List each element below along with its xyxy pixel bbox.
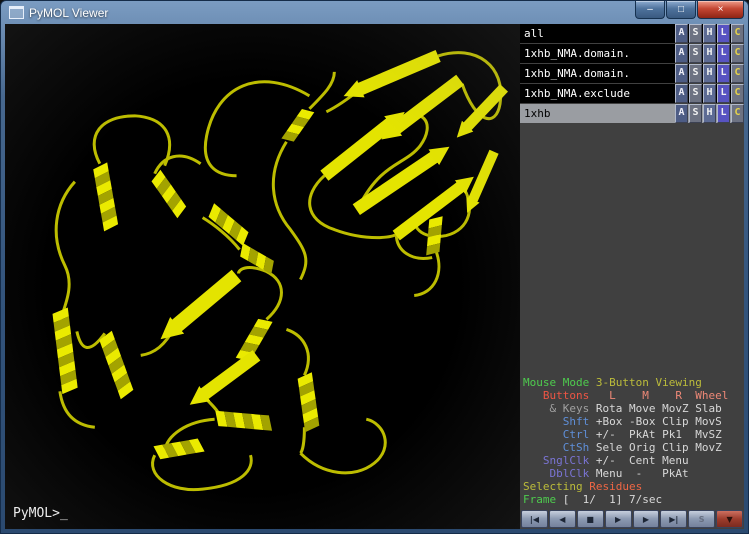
playback-go-to-start-button[interactable]: |◀ (521, 510, 548, 528)
action-button-L[interactable]: L (717, 24, 730, 43)
text-segment: Shft (523, 415, 596, 428)
minimize-button[interactable]: – (635, 1, 665, 19)
playback-menu-button[interactable]: ▼ (716, 510, 743, 528)
window-icon[interactable] (9, 6, 24, 19)
window-controls: –□× (635, 1, 744, 19)
action-button-S[interactable]: S (689, 24, 702, 43)
action-button-A[interactable]: A (675, 24, 688, 43)
command-prompt[interactable]: PyMOL>_ (13, 506, 68, 521)
text-segment: Mouse Mode (523, 376, 596, 389)
action-button-C[interactable]: C (731, 64, 744, 83)
action-button-L[interactable]: L (717, 44, 730, 63)
action-button-A[interactable]: A (675, 104, 688, 123)
playback-step-back-button[interactable]: ◀ (549, 510, 576, 528)
action-button-L[interactable]: L (717, 64, 730, 83)
object-name[interactable]: 1xhb (520, 104, 674, 123)
text-segment: Buttons (523, 389, 596, 402)
playback-scene-button[interactable]: S (688, 510, 715, 528)
text-segment: SnglClk (523, 454, 596, 467)
frame-counter[interactable]: Frame [ 1/ 1] 7/sec (523, 493, 744, 506)
text-segment: & Keys (523, 402, 596, 415)
object-name[interactable]: 1xhb_NMA.exclude (520, 84, 674, 103)
dblclk-row: DblClk Menu - PkAt (523, 467, 744, 480)
action-button-C[interactable]: C (731, 84, 744, 103)
text-segment: Residues (589, 480, 642, 493)
text-segment: Sele Orig Clip MovZ (596, 441, 722, 454)
text-segment: [ 1/ 1] 7/sec (563, 493, 662, 506)
object-list: allASHLC1xhb_NMA.domain.ASHLC1xhb_NMA.do… (520, 24, 744, 124)
titlebar[interactable]: PyMOL Viewer –□× (5, 1, 744, 24)
action-button-S[interactable]: S (689, 104, 702, 123)
text-segment: +/- Cent Menu (596, 454, 689, 467)
snglclk-row: SnglClk +/- Cent Menu (523, 454, 744, 467)
object-row[interactable]: 1xhb_NMA.domain.ASHLC (520, 44, 744, 63)
text-segment: Frame (523, 493, 563, 506)
text-segment: L M R Wheel (596, 389, 728, 402)
text-segment: +Box -Box Clip MovS (596, 415, 722, 428)
text-segment: Ctrl (523, 428, 596, 441)
action-button-H[interactable]: H (703, 24, 716, 43)
action-button-S[interactable]: S (689, 84, 702, 103)
action-button-A[interactable]: A (675, 44, 688, 63)
action-button-H[interactable]: H (703, 84, 716, 103)
selecting-mode[interactable]: Selecting Residues (523, 480, 744, 493)
playback-stop-button[interactable]: ■ (577, 510, 604, 528)
action-button-S[interactable]: S (689, 64, 702, 83)
action-button-C[interactable]: C (731, 24, 744, 43)
text-segment: Selecting (523, 480, 589, 493)
playback-play-button[interactable]: ▶ (605, 510, 632, 528)
maximize-button[interactable]: □ (666, 1, 696, 19)
action-button-A[interactable]: A (675, 64, 688, 83)
action-button-L[interactable]: L (717, 104, 730, 123)
keys-row: & Keys Rota Move MovZ Slab (523, 402, 744, 415)
playback-controls: |◀◀■▶▶▶|S▼ (520, 508, 744, 529)
text-segment: DblClk (523, 467, 596, 480)
action-button-A[interactable]: A (675, 84, 688, 103)
object-row[interactable]: 1xhb_NMA.excludeASHLC (520, 84, 744, 103)
object-row[interactable]: allASHLC (520, 24, 744, 43)
action-button-H[interactable]: H (703, 64, 716, 83)
shift-row: Shft +Box -Box Clip MovS (523, 415, 744, 428)
action-button-H[interactable]: H (703, 104, 716, 123)
object-name[interactable]: 1xhb_NMA.domain. (520, 44, 674, 63)
protein-structure (5, 24, 520, 529)
text-segment: 3-Button Viewing (596, 376, 702, 389)
object-row[interactable]: 1xhb_NMA.domain.ASHLC (520, 64, 744, 83)
mouse-mode-panel: Mouse Mode 3-Button Viewing Buttons L M … (520, 373, 744, 508)
object-row[interactable]: 1xhbASHLC (520, 104, 744, 123)
object-name[interactable]: all (520, 24, 674, 43)
buttons-row: Buttons L M R Wheel (523, 389, 744, 402)
pymol-window: PyMOL Viewer –□× PyMOL>_ allASHLC1xhb_NM… (0, 0, 749, 534)
action-button-C[interactable]: C (731, 104, 744, 123)
viewport-3d[interactable]: PyMOL>_ (5, 24, 520, 529)
text-segment: Rota Move MovZ Slab (596, 402, 722, 415)
action-button-C[interactable]: C (731, 44, 744, 63)
playback-go-to-end-button[interactable]: ▶| (660, 510, 687, 528)
window-content: PyMOL>_ allASHLC1xhb_NMA.domain.ASHLC1xh… (5, 24, 744, 529)
ctsh-row: CtSh Sele Orig Clip MovZ (523, 441, 744, 454)
text-segment: CtSh (523, 441, 596, 454)
text-segment: +/- PkAt Pk1 MvSZ (596, 428, 722, 441)
object-name[interactable]: 1xhb_NMA.domain. (520, 64, 674, 83)
ctrl-row: Ctrl +/- PkAt Pk1 MvSZ (523, 428, 744, 441)
action-button-L[interactable]: L (717, 84, 730, 103)
action-button-S[interactable]: S (689, 44, 702, 63)
window-title: PyMOL Viewer (29, 6, 108, 20)
playback-step-forward-button[interactable]: ▶ (633, 510, 660, 528)
action-button-H[interactable]: H (703, 44, 716, 63)
side-panel: allASHLC1xhb_NMA.domain.ASHLC1xhb_NMA.do… (520, 24, 744, 529)
text-segment: Menu - PkAt (596, 467, 689, 480)
close-button[interactable]: × (697, 1, 744, 19)
mouse-mode-header[interactable]: Mouse Mode 3-Button Viewing (523, 376, 744, 389)
